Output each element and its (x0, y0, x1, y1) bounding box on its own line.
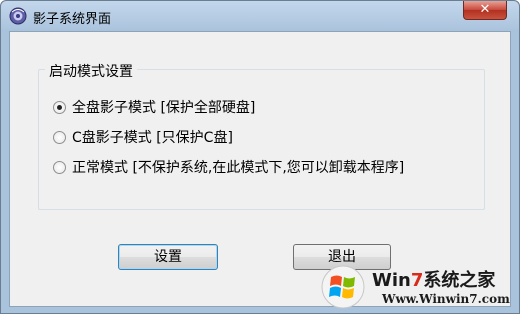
radio-button-checked[interactable] (53, 100, 66, 114)
settings-button[interactable]: 设置 (118, 244, 218, 270)
shadow-system-logo-icon (9, 7, 27, 25)
window-title: 影子系统界面 (33, 12, 112, 27)
startup-mode-group: 启动模式设置 全盘影子模式 [保护全部硬盘] C盘影子模式 [只保护C盘] 正常… (38, 61, 485, 210)
radio-full-disk-shadow[interactable]: 全盘影子模式 [保护全部硬盘] (53, 97, 255, 117)
radio-label: 正常模式 [不保护系统,在此模式下,您可以卸载本程序] (72, 160, 405, 176)
title-bar[interactable]: 影子系统界面 ✕ (1, 1, 519, 31)
radio-button[interactable] (53, 160, 66, 174)
radio-label: 全盘影子模式 [保护全部硬盘] (72, 100, 256, 116)
group-title: 启动模式设置 (45, 61, 137, 81)
watermark-brand: Win7系统之家 (372, 270, 496, 291)
radio-normal-mode[interactable]: 正常模式 [不保护系统,在此模式下,您可以卸载本程序] (53, 157, 404, 177)
watermark-url: Www.Winwin7.com (382, 292, 510, 306)
radio-c-drive-shadow[interactable]: C盘影子模式 [只保护C盘] (53, 127, 233, 147)
windows-flag-icon (321, 265, 365, 309)
radio-label: C盘影子模式 [只保护C盘] (72, 130, 233, 146)
close-icon: ✕ (479, 2, 491, 17)
site-watermark: Win7系统之家 Www.Winwin7.com (320, 262, 518, 312)
radio-button[interactable] (53, 130, 66, 144)
close-button[interactable]: ✕ (463, 1, 507, 20)
